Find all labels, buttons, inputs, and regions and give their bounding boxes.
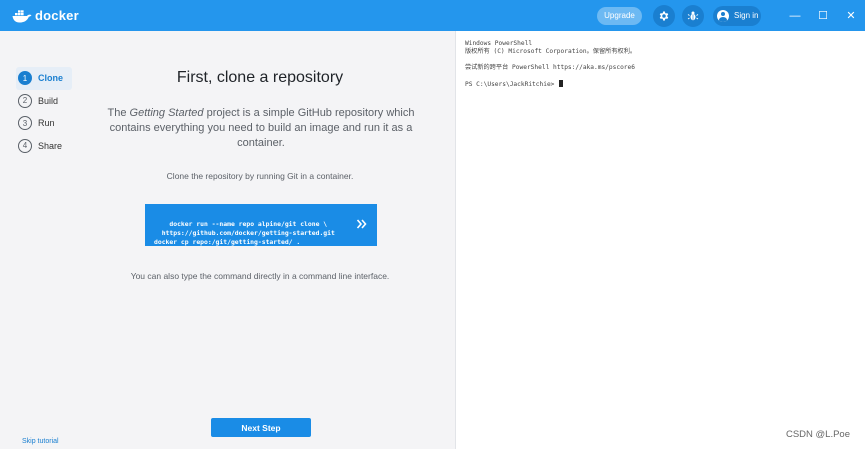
step-number: 4 [18, 138, 32, 153]
terminal-text: Windows PowerShell 版权所有 (C) Microsoft Co… [465, 40, 637, 88]
step-share[interactable]: 4 Share [16, 135, 72, 158]
step-number: 2 [18, 93, 32, 108]
sign-in-label: Sign in [734, 11, 759, 20]
step-build[interactable]: 2 Build [16, 90, 72, 113]
cli-alternative-text: You can also type the command directly i… [130, 271, 390, 281]
clone-instruction: Clone the repository by running Git in a… [166, 171, 354, 181]
terminal-cursor [559, 80, 564, 87]
clone-command-block[interactable]: docker run --name repo alpine/git clone … [145, 204, 377, 246]
double-chevron-right-icon[interactable] [356, 218, 368, 230]
troubleshoot-button[interactable] [682, 4, 704, 27]
step-run[interactable]: 3 Run [16, 112, 72, 135]
page-title: First, clone a repository [176, 69, 344, 86]
step-label: Run [38, 118, 55, 129]
clone-command-text: docker run --name repo alpine/git clone … [154, 220, 335, 246]
step-clone[interactable]: 1 Clone [16, 67, 72, 90]
account-icon [717, 9, 729, 22]
docker-whale-icon [12, 9, 32, 22]
bug-icon [687, 11, 699, 20]
maximize-button[interactable]: ☐ [809, 0, 837, 31]
title-bar: docker Upgrade Sign in — ☐ ✕ [0, 0, 865, 31]
next-step-button[interactable]: Next Step [211, 418, 311, 437]
step-number: 3 [18, 116, 32, 131]
minimize-button[interactable]: — [781, 0, 809, 31]
gear-icon [659, 11, 669, 20]
watermark: CSDN @L.Poe [785, 429, 850, 440]
step-label: Clone [38, 73, 64, 84]
docker-logo-text: docker [35, 8, 79, 23]
desc-project-name: Getting Started [129, 107, 204, 119]
desc-prefix: The [107, 107, 130, 119]
upgrade-button[interactable]: Upgrade [597, 6, 642, 25]
docker-logo: docker [12, 8, 79, 23]
close-button[interactable]: ✕ [837, 0, 865, 31]
step-label: Share [38, 140, 63, 151]
settings-button[interactable] [653, 4, 675, 27]
step-label: Build [38, 95, 59, 106]
project-description: The Getting Started project is a simple … [105, 106, 417, 151]
skip-tutorial-link[interactable]: Skip tutorial [22, 438, 59, 445]
terminal-output: Windows PowerShell 版权所有 (C) Microsoft Co… [465, 40, 636, 89]
terminal-panel[interactable]: Windows PowerShell 版权所有 (C) Microsoft Co… [455, 31, 865, 449]
step-list: 1 Clone 2 Build 3 Run 4 Share [16, 67, 72, 157]
sign-in-button[interactable]: Sign in [713, 5, 761, 26]
step-number: 1 [18, 71, 32, 86]
tutorial-panel: 1 Clone 2 Build 3 Run 4 Share First, clo… [0, 31, 455, 449]
